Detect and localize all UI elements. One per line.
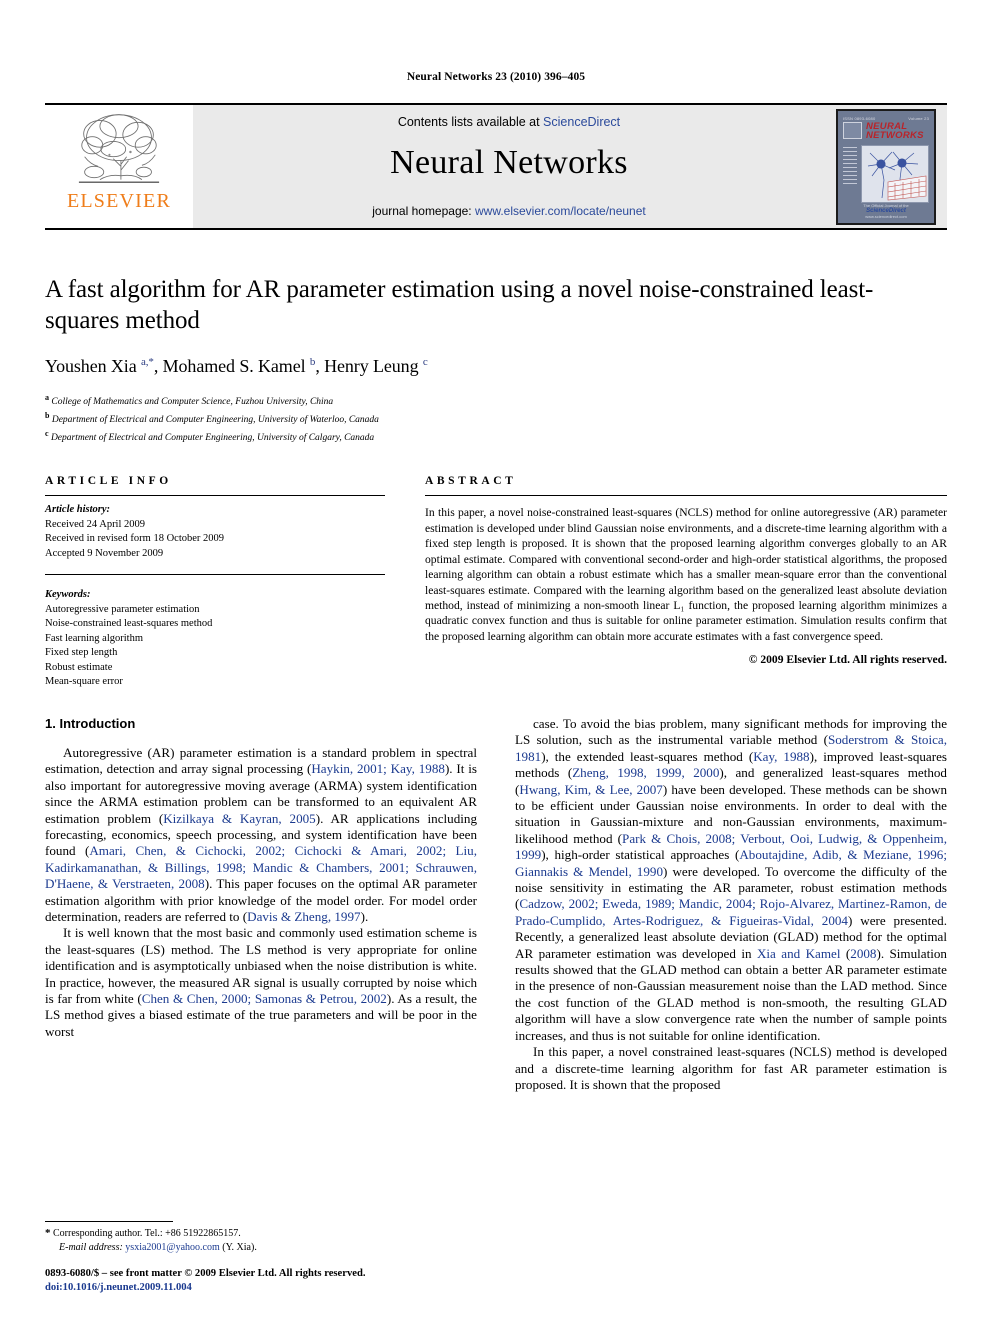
history-item: Received in revised form 18 October 2009 <box>45 533 225 545</box>
keyword-item: Autoregressive parameter estimation <box>45 603 200 615</box>
keyword-item: Noise-constrained least-squares method <box>45 618 213 630</box>
sciencedirect-link[interactable]: ScienceDirect <box>543 115 620 129</box>
citation-link[interactable]: Hwang, Kim, & Lee, 2007 <box>519 782 662 797</box>
keyword-item: Mean-square error <box>45 676 123 688</box>
keyword-item: Fixed step length <box>45 647 118 659</box>
cover-issn-left: ISSN 0893-6080 <box>843 115 876 121</box>
citation-link[interactable]: Cadzow, 2002; Eweda, 1989; Mandic, 2004;… <box>515 896 947 927</box>
citation-link[interactable]: Kizilkaya & Kayran, 2005 <box>163 811 316 826</box>
affiliation-text: Department of Electrical and Computer En… <box>50 433 375 444</box>
paragraph: In this paper, a novel constrained least… <box>515 1044 947 1092</box>
journal-homepage-line: journal homepage: www.elsevier.com/locat… <box>372 204 646 218</box>
elsevier-tree-logo-icon <box>78 114 160 183</box>
article-history-label: Article history: <box>45 504 111 516</box>
email-label: E-mail address: <box>59 1241 123 1253</box>
affiliation-item: b Department of Electrical and Computer … <box>45 409 947 427</box>
doi-link[interactable]: doi:10.1016/j.neunet.2009.11.004 <box>45 1281 477 1295</box>
cover-sidebar-lines <box>843 146 857 187</box>
imprint-block: 0893-6080/$ – see front matter © 2009 El… <box>45 1267 477 1295</box>
body-column-right: case. To avoid the bias problem, many si… <box>515 716 947 1093</box>
corresponding-author-note: * Corresponding author. Tel.: +86 519228… <box>45 1227 477 1254</box>
citation-link[interactable]: Aboutajdine, Adib, & Meziane, 1996; Gian… <box>515 847 947 878</box>
abstract-rule <box>425 495 947 497</box>
citation-link[interactable]: Soderstrom & Stoica, 1981 <box>515 732 947 763</box>
history-item: Received 24 April 2009 <box>45 518 146 530</box>
journal-cover-thumbnail: ISSN 0893-6080 Volume 23 NEURAL NETWORKS <box>836 108 936 225</box>
cover-foot-text: The Official Journal of the <box>863 202 909 208</box>
abstract-copyright: © 2009 Elsevier Ltd. All rights reserved… <box>748 653 947 667</box>
cover-neuron-illustration-icon <box>861 144 929 203</box>
keywords-label: Keywords: <box>45 589 91 601</box>
citation-link[interactable]: Amari, Chen, & Cichocki, 2002; Cichocki … <box>45 843 477 891</box>
citation-link[interactable]: Haykin, 2001; Kay, 1988 <box>311 761 445 776</box>
paragraph: Autoregressive (AR) parameter estimation… <box>45 744 477 925</box>
email-address-link[interactable]: ysxia2001@yahoo.com <box>125 1242 219 1253</box>
email-suffix: (Y. Xia). <box>222 1241 257 1253</box>
cover-society-logo-icon <box>843 121 862 139</box>
affiliation-item: c Department of Electrical and Computer … <box>45 427 947 445</box>
cover-issn-row: ISSN 0893-6080 Volume 23 <box>843 116 929 121</box>
journal-homepage-link[interactable]: www.elsevier.com/locate/neunet <box>475 204 646 218</box>
keyword-item: Robust estimate <box>45 661 113 673</box>
affiliation-item: a College of Mathematics and Computer Sc… <box>45 391 947 409</box>
footnote-region: * Corresponding author. Tel.: +86 519228… <box>45 1221 477 1295</box>
keywords-group: Keywords: Autoregressive parameter estim… <box>45 588 385 690</box>
contents-available-line: Contents lists available at ScienceDirec… <box>398 115 620 129</box>
citation-link[interactable]: Chen & Chen, 2000; Samonas & Petrou, 200… <box>142 991 387 1006</box>
email-line: E-mail address: ysxia2001@yahoo.com (Y. … <box>45 1241 477 1255</box>
homepage-prefix: journal homepage: <box>372 204 475 218</box>
article-history-group: Article history: Received 24 April 2009 … <box>45 503 385 561</box>
footnote-rule <box>45 1221 173 1222</box>
abstract-column: ABSTRACT In this paper, a novel noise-co… <box>425 475 947 690</box>
paragraph: case. To avoid the bias problem, many si… <box>515 715 948 1043</box>
keyword-item: Fast learning algorithm <box>45 632 143 644</box>
cover-brand-row: NEURAL NETWORKS <box>843 121 929 141</box>
affiliation-marker: b <box>45 411 50 421</box>
journal-article-page: Neural Networks 23 (2010) 396–405 ELSEVI… <box>0 0 992 1323</box>
citation-link[interactable]: Zheng, 1998, 1999, 2000 <box>572 765 719 780</box>
journal-title: Neural Networks <box>390 144 628 181</box>
citation-link[interactable]: 2008 <box>850 946 876 961</box>
cover-journal-title: NEURAL NETWORKS <box>866 121 924 141</box>
affiliation-list: a College of Mathematics and Computer Sc… <box>45 391 947 445</box>
affiliation-marker: a <box>45 393 49 402</box>
cover-issn-right: Volume 23 <box>908 115 929 121</box>
article-title: A fast algorithm for AR parameter estima… <box>45 276 874 334</box>
cover-title-line2: NETWORKS <box>866 130 924 141</box>
running-head: Neural Networks 23 (2010) 396–405 <box>406 71 586 83</box>
keywords-rule <box>45 574 385 576</box>
affiliation-text: Department of Electrical and Computer En… <box>51 415 379 426</box>
affiliation-marker: c <box>45 429 49 439</box>
cover-footer: The Official Journal of the ScienceDirec… <box>838 203 934 219</box>
cover-foot-url: www.sciencedirect.com <box>865 213 907 219</box>
affiliation-text: College of Mathematics and Computer Scie… <box>51 397 334 408</box>
citation-link[interactable]: Xia and Kamel <box>757 946 841 961</box>
section-heading-introduction: 1. Introduction <box>45 715 136 731</box>
body-region: 1. Introduction Autoregressive (AR) para… <box>45 716 947 1093</box>
citation-link[interactable]: Kay, 1988 <box>753 749 809 764</box>
citation-link[interactable]: Davis & Zheng, 1997 <box>247 909 360 924</box>
corresponding-author-text: Corresponding author. Tel.: +86 51922865… <box>53 1228 241 1239</box>
article-info-rule <box>45 495 385 497</box>
masthead-center: Contents lists available at ScienceDirec… <box>193 105 825 228</box>
issn-copyright-line: 0893-6080/$ – see front matter © 2009 El… <box>45 1268 366 1279</box>
abstract-text: In this paper, a novel noise-constrained… <box>425 506 947 643</box>
journal-cover-block: ISSN 0893-6080 Volume 23 NEURAL NETWORKS <box>825 105 947 228</box>
asterisk-marker: * <box>45 1227 51 1239</box>
elsevier-wordmark: ELSEVIER <box>66 190 172 212</box>
article-info-column: ARTICLE INFO Article history: Received 2… <box>45 475 385 690</box>
publisher-logo-block: ELSEVIER <box>45 105 193 228</box>
journal-masthead: ELSEVIER Contents lists available at Sci… <box>45 103 947 230</box>
author-list: Youshen Xia a,*, Mohamed S. Kamel b, Hen… <box>45 356 428 376</box>
body-column-left: 1. Introduction Autoregressive (AR) para… <box>45 716 477 1093</box>
info-abstract-region: ARTICLE INFO Article history: Received 2… <box>45 475 947 690</box>
corresponding-author-line: * Corresponding author. Tel.: +86 519228… <box>45 1227 477 1241</box>
article-info-heading: ARTICLE INFO <box>45 475 172 488</box>
contents-prefix: Contents lists available at <box>397 115 544 129</box>
paragraph: It is well known that the most basic and… <box>45 925 477 1039</box>
abstract-heading: ABSTRACT <box>425 475 517 488</box>
title-block: A fast algorithm for AR parameter estima… <box>45 230 947 445</box>
history-item: Accepted 9 November 2009 <box>45 547 164 559</box>
